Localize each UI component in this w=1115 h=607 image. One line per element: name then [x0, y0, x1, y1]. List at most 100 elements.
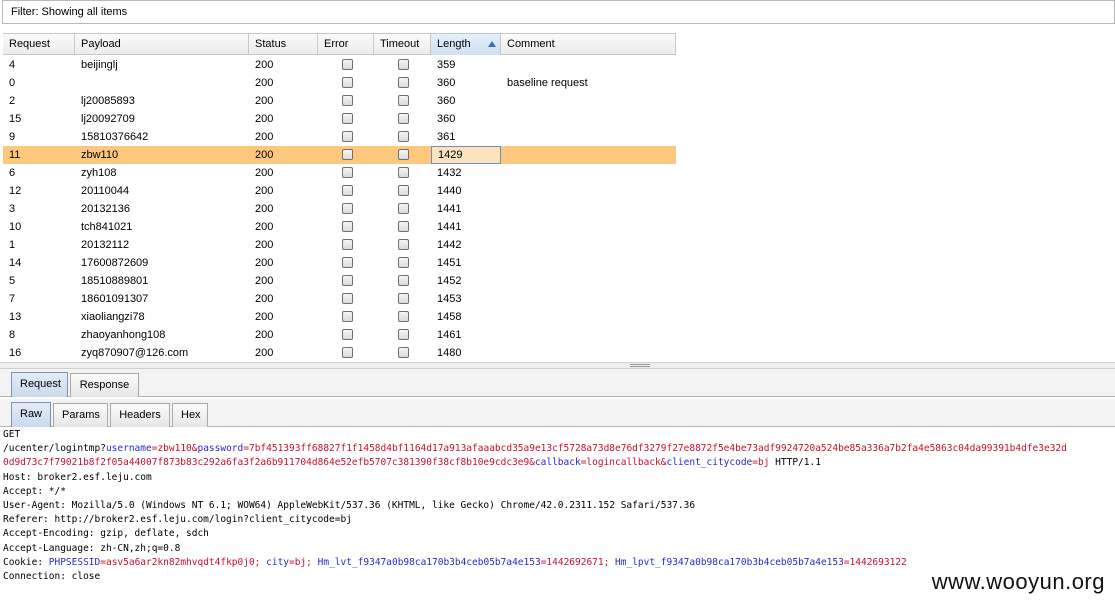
column-header-request[interactable]: Request — [3, 34, 75, 55]
timeout-checkbox[interactable] — [398, 203, 409, 214]
cell-request: 7 — [9, 293, 16, 305]
cell-payload: 20132112 — [81, 239, 130, 251]
cell-length: 360 — [437, 113, 456, 125]
timeout-checkbox[interactable] — [398, 221, 409, 232]
column-header-status[interactable]: Status — [249, 34, 318, 55]
cookie-hm-lvt-name: Hm_lvt_f9347a0b98ca170b3b4ceb05b7a4e153 — [317, 556, 541, 568]
timeout-checkbox[interactable] — [398, 59, 409, 70]
error-checkbox[interactable] — [342, 221, 353, 232]
cell-payload: zbw110 — [81, 149, 119, 161]
cell-length: 1451 — [437, 257, 462, 269]
cell-comment — [501, 56, 676, 74]
pane-splitter[interactable] — [0, 362, 1115, 369]
error-checkbox[interactable] — [342, 311, 353, 322]
splitter-grip-icon[interactable] — [630, 364, 650, 367]
error-checkbox[interactable] — [342, 239, 353, 250]
timeout-checkbox[interactable] — [398, 257, 409, 268]
column-header-length-label: Length — [437, 38, 471, 50]
table-row[interactable]: 12 20110044 200 1440 — [3, 182, 676, 200]
table-row[interactable]: 8 zhaoyanhong108 200 1461 — [3, 326, 676, 344]
table-row[interactable]: 14 17600872609 200 1451 — [3, 254, 676, 272]
error-checkbox[interactable] — [342, 113, 353, 124]
error-checkbox[interactable] — [342, 347, 353, 358]
timeout-checkbox[interactable] — [398, 275, 409, 286]
tab-params[interactable]: Params — [53, 403, 108, 427]
timeout-checkbox[interactable] — [398, 329, 409, 340]
param-citycode-value: =bj — [752, 457, 770, 469]
tab-request[interactable]: Request — [11, 372, 68, 397]
table-row[interactable]: 15 lj20092709 200 360 — [3, 110, 676, 128]
cell-payload: lj20092709 — [81, 113, 135, 125]
column-header-timeout[interactable]: Timeout — [374, 34, 431, 55]
column-header-length[interactable]: Length — [431, 34, 501, 55]
cell-payload: zyq870907@126.com — [81, 347, 189, 359]
timeout-checkbox[interactable] — [398, 185, 409, 196]
cell-status: 200 — [255, 329, 274, 341]
table-row[interactable]: 5 18510889801 200 1452 — [3, 272, 676, 290]
table-row[interactable]: 9 15810376642 200 361 — [3, 128, 676, 146]
timeout-checkbox[interactable] — [398, 239, 409, 250]
error-checkbox[interactable] — [342, 293, 353, 304]
sort-ascending-icon — [488, 41, 496, 47]
cell-payload — [75, 74, 249, 92]
table-row[interactable]: 13 xiaoliangzi78 200 1458 — [3, 308, 676, 326]
cell-length: 1480 — [437, 347, 462, 359]
tab-response[interactable]: Response — [70, 373, 139, 397]
table-row[interactable]: 7 18601091307 200 1453 — [3, 290, 676, 308]
table-row[interactable]: 16 zyq870907@126.com 200 1480 — [3, 344, 676, 362]
timeout-checkbox[interactable] — [398, 293, 409, 304]
error-checkbox[interactable] — [342, 167, 353, 178]
param-username-name: username — [105, 443, 152, 455]
header-cookie: Cookie: PHPSESSID=asv5a6ar2kn82mhvqdt4fk… — [3, 556, 1115, 570]
error-checkbox[interactable] — [342, 149, 353, 160]
param-callback-name: callback — [534, 457, 581, 469]
tab-raw[interactable]: Raw — [11, 402, 51, 427]
url-path: /ucenter/logintmp? — [3, 443, 106, 455]
error-checkbox[interactable] — [342, 59, 353, 70]
timeout-checkbox[interactable] — [398, 347, 409, 358]
cell-status: 200 — [255, 77, 274, 89]
table-row[interactable]: 0 200 360 baseline request — [3, 74, 676, 92]
column-header-error[interactable]: Error — [318, 34, 374, 55]
error-checkbox[interactable] — [342, 95, 353, 106]
tab-headers[interactable]: Headers — [110, 403, 170, 427]
cell-payload: xiaoliangzi78 — [81, 311, 145, 323]
table-row[interactable]: 6 zyh108 200 1432 — [3, 164, 676, 182]
error-checkbox[interactable] — [342, 257, 353, 268]
error-checkbox[interactable] — [342, 203, 353, 214]
timeout-checkbox[interactable] — [398, 167, 409, 178]
cell-status: 200 — [255, 275, 274, 287]
cell-comment — [501, 92, 676, 110]
column-header-payload[interactable]: Payload — [75, 34, 249, 55]
column-header-comment[interactable]: Comment — [501, 34, 676, 55]
table-row[interactable]: 1 20132112 200 1442 — [3, 236, 676, 254]
cell-request: 3 — [9, 203, 16, 215]
table-row[interactable]: 2 lj20085893 200 360 — [3, 92, 676, 110]
cell-length: 1432 — [437, 167, 462, 179]
cell-comment — [501, 254, 676, 272]
cell-length: 360 — [437, 95, 456, 107]
cell-comment — [501, 128, 676, 146]
timeout-checkbox[interactable] — [398, 95, 409, 106]
cell-length: 1429 — [431, 146, 501, 164]
error-checkbox[interactable] — [342, 185, 353, 196]
timeout-checkbox[interactable] — [398, 149, 409, 160]
error-checkbox[interactable] — [342, 329, 353, 340]
timeout-checkbox[interactable] — [398, 311, 409, 322]
timeout-checkbox[interactable] — [398, 131, 409, 142]
error-checkbox[interactable] — [342, 77, 353, 88]
cell-length: 360 — [437, 77, 456, 89]
timeout-checkbox[interactable] — [398, 77, 409, 88]
cell-status: 200 — [255, 239, 274, 251]
table-row[interactable]: 3 20132136 200 1441 — [3, 200, 676, 218]
timeout-checkbox[interactable] — [398, 113, 409, 124]
table-row[interactable]: 10 tch841021 200 1441 — [3, 218, 676, 236]
tab-hex[interactable]: Hex — [172, 403, 208, 427]
filter-bar[interactable]: Filter: Showing all items — [2, 0, 1115, 24]
table-row[interactable]: 11 zbw110 200 1429 — [3, 146, 676, 164]
error-checkbox[interactable] — [342, 275, 353, 286]
error-checkbox[interactable] — [342, 131, 353, 142]
table-row[interactable]: 4 beijinglj 200 359 — [3, 56, 676, 74]
cell-request: 2 — [9, 95, 16, 107]
header-accept-encoding: Accept-Encoding: gzip, deflate, sdch — [3, 528, 209, 540]
